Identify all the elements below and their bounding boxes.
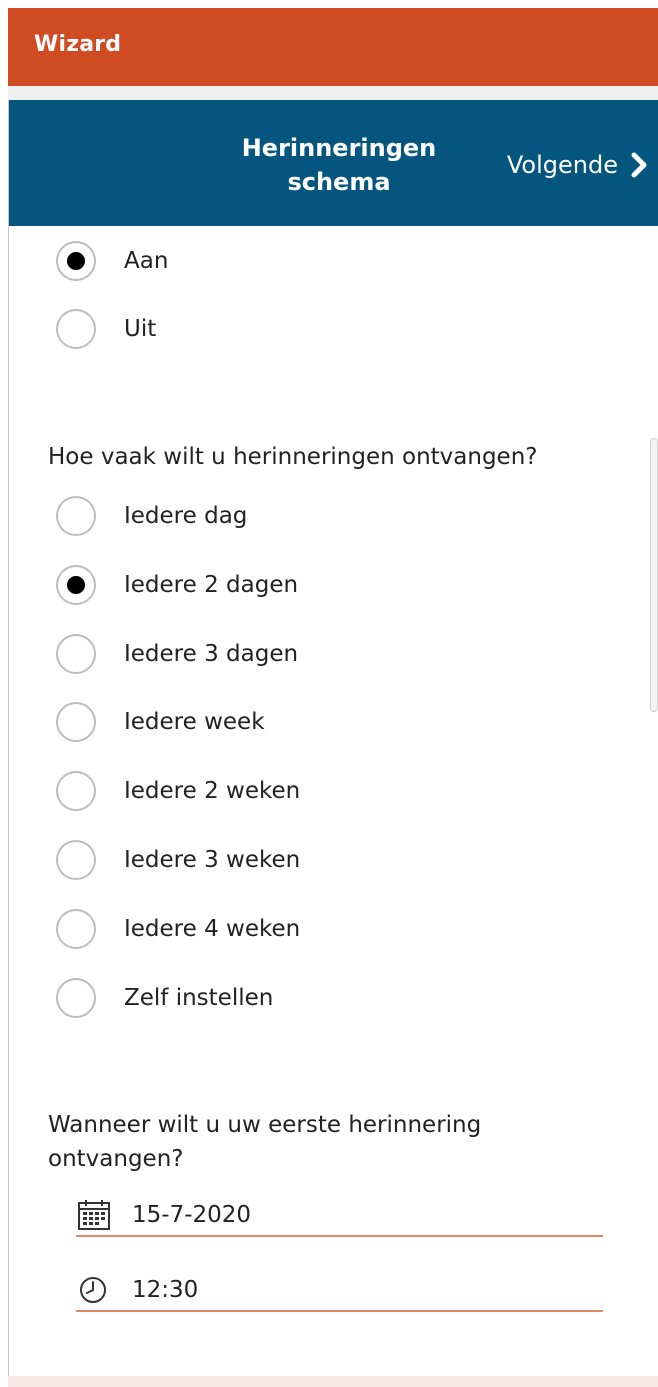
scrollbar[interactable] bbox=[650, 438, 658, 712]
app-title: Wizard bbox=[34, 32, 122, 57]
first-reminder-question: Wanneer wilt u uw eerste herinnering ont… bbox=[48, 1112, 482, 1172]
radio-button[interactable] bbox=[56, 909, 96, 949]
radio-option-iedere-3-dagen[interactable]: Iedere 3 dagen bbox=[56, 632, 298, 676]
time-field[interactable] bbox=[76, 1270, 603, 1312]
radio-option-iedere-2-dagen[interactable]: Iedere 2 dagen bbox=[56, 563, 298, 607]
bottom-divider bbox=[8, 1376, 658, 1387]
radio-option-iedere-week[interactable]: Iedere week bbox=[56, 700, 265, 744]
divider bbox=[8, 86, 658, 100]
radio-button[interactable] bbox=[56, 241, 96, 281]
radio-button[interactable] bbox=[56, 634, 96, 674]
radio-button[interactable] bbox=[56, 565, 96, 605]
radio-label: Iedere dag bbox=[124, 503, 248, 529]
radio-label: Iedere week bbox=[124, 709, 265, 735]
title-bar: Wizard bbox=[8, 8, 658, 86]
radio-option-aan[interactable]: Aan bbox=[56, 239, 168, 283]
radio-option-zelf-instellen[interactable]: Zelf instellen bbox=[56, 976, 273, 1020]
radio-button[interactable] bbox=[56, 702, 96, 742]
radio-label: Iedere 3 weken bbox=[124, 847, 301, 873]
radio-label: Iedere 4 weken bbox=[124, 916, 301, 942]
radio-label: Uit bbox=[124, 316, 157, 342]
wizard-header: Herinneringen schema Volgende bbox=[9, 100, 658, 226]
radio-label: Iedere 2 weken bbox=[124, 778, 301, 804]
time-input[interactable] bbox=[132, 1277, 532, 1303]
radio-button[interactable] bbox=[56, 771, 96, 811]
calendar-icon bbox=[78, 1200, 110, 1230]
radio-option-iedere-4-weken[interactable]: Iedere 4 weken bbox=[56, 907, 300, 951]
radio-label: Zelf instellen bbox=[124, 985, 274, 1011]
radio-button[interactable] bbox=[56, 978, 96, 1018]
next-button[interactable]: Volgende bbox=[507, 145, 650, 185]
frequency-question: Hoe vaak wilt u herinneringen ontvangen? bbox=[48, 444, 538, 470]
radio-option-uit[interactable]: Uit bbox=[56, 307, 156, 351]
radio-option-iedere-3-weken[interactable]: Iedere 3 weken bbox=[56, 838, 300, 882]
next-button-label: Volgende bbox=[506, 151, 618, 179]
radio-button[interactable] bbox=[56, 309, 96, 349]
radio-option-iedere-2-weken[interactable]: Iedere 2 weken bbox=[56, 769, 300, 813]
radio-button[interactable] bbox=[56, 496, 96, 536]
chevron-right-icon bbox=[631, 152, 647, 178]
radio-label: Aan bbox=[124, 248, 169, 274]
radio-label: Iedere 2 dagen bbox=[124, 572, 299, 598]
date-field[interactable] bbox=[76, 1195, 603, 1237]
date-input[interactable] bbox=[132, 1202, 532, 1228]
page-title: Herinneringen schema bbox=[241, 134, 437, 196]
clock-icon bbox=[80, 1277, 106, 1303]
radio-button[interactable] bbox=[56, 840, 96, 880]
radio-option-iedere-dag[interactable]: Iedere dag bbox=[56, 494, 247, 538]
radio-label: Iedere 3 dagen bbox=[124, 641, 299, 667]
